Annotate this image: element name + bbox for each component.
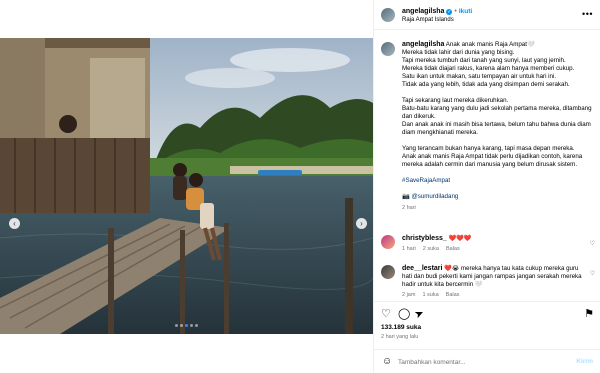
carousel-dot[interactable] <box>180 324 183 327</box>
caption-credit[interactable]: @sumurdiladang <box>411 193 458 200</box>
save-bookmark-icon[interactable]: ⚑ <box>584 309 594 320</box>
caption-time: 2 hari <box>402 205 416 211</box>
separator-dot: • <box>454 8 457 15</box>
comment-time: 2 jam <box>402 292 416 298</box>
camera-icon: 📷 <box>402 193 410 200</box>
caption-author-username[interactable]: angelagilsha <box>402 41 444 48</box>
caption-paragraph-3: Yang terancam bukan hanya karang, tapi m… <box>402 145 583 168</box>
comment-meta: 1 hari 2 suka Balas <box>402 245 584 253</box>
post-location[interactable]: Raja Ampat Islands <box>402 17 454 23</box>
comment-username[interactable]: dee__lestari <box>402 265 442 272</box>
share-send-icon[interactable]: ➤ <box>413 307 426 322</box>
comment-username[interactable]: christybless_ <box>402 235 447 242</box>
post-caption: angelagilsha Anak anak manis Raja Ampat🤍… <box>402 41 593 220</box>
comment-reply-button[interactable]: Balas <box>446 291 460 299</box>
caption-author-avatar[interactable] <box>381 42 395 56</box>
comment-input[interactable] <box>398 356 568 368</box>
carousel-dot[interactable] <box>190 324 193 327</box>
comment-body: christybless_ ❤️❤️❤️ 1 hari 2 suka Balas <box>402 235 584 253</box>
carousel-next-button[interactable]: › <box>356 218 367 229</box>
comment-time: 1 hari <box>402 246 416 252</box>
comment-meta: 2 jam 1 suka Balas <box>402 291 584 299</box>
carousel-dots <box>0 324 373 327</box>
carousel-dot[interactable] <box>185 324 188 327</box>
caption-hashtag[interactable]: #SaveRajaAmpat <box>402 177 593 185</box>
comment-avatar[interactable] <box>381 265 395 279</box>
caption-credit-line: 📷 @sumurdiladang <box>402 193 593 201</box>
comment-reply-button[interactable]: Balas <box>446 245 460 253</box>
post-comment-button[interactable]: Kirim <box>576 358 593 365</box>
more-options-icon[interactable]: ••• <box>582 9 593 19</box>
comment-likes[interactable]: 1 suka <box>422 291 438 299</box>
post-header: angelagilsha ✓ • Ikuti Raja Ampat Island… <box>374 0 600 30</box>
chevron-left-icon: ‹ <box>13 218 16 228</box>
post-photo[interactable]: ‹ › <box>0 38 373 334</box>
author-username[interactable]: angelagilsha <box>402 8 444 15</box>
emoji-picker-icon[interactable]: ☺ <box>382 356 392 367</box>
follow-button[interactable]: Ikuti <box>459 8 472 15</box>
post-detail-panel: angelagilsha ✓ • Ikuti Raja Ampat Island… <box>373 0 600 373</box>
caption-paragraph-1: Mereka tidak lahir dari dunia yang bisin… <box>402 49 575 88</box>
comment-like-icon[interactable]: ♡ <box>590 240 595 247</box>
media-panel: ‹ › <box>0 0 373 373</box>
likes-count[interactable]: 133.189 suka <box>381 324 421 331</box>
comment-composer: ☺ Kirim <box>374 349 600 373</box>
author-line: angelagilsha ✓ • Ikuti <box>402 8 472 15</box>
post-date: 2 hari yang lalu <box>381 334 419 340</box>
chevron-right-icon: › <box>360 218 363 228</box>
carousel-dot[interactable] <box>195 324 198 327</box>
comment-avatar[interactable] <box>381 235 395 249</box>
like-heart-icon[interactable]: ♡ <box>381 309 391 320</box>
caption-paragraph-2: Tapi sekarang laut mereka dikeruhkan. Ba… <box>402 97 592 136</box>
post-photo-illustration <box>0 38 373 334</box>
comment-bubble-icon[interactable]: ◯ <box>398 309 410 320</box>
author-avatar[interactable] <box>381 8 395 22</box>
comment-likes[interactable]: 2 suka <box>423 245 439 253</box>
comment-text: ❤️❤️❤️ <box>448 235 472 242</box>
carousel-dot[interactable] <box>175 324 178 327</box>
comment-body: dee__lestari ❤️😭 mereka hanya tau kata c… <box>402 265 584 299</box>
caption-intro-text: Anak anak manis Raja Ampat🤍 <box>445 41 535 48</box>
verified-badge-icon: ✓ <box>446 8 453 15</box>
caption-first-line: angelagilsha Anak anak manis Raja Ampat🤍 <box>402 41 593 49</box>
carousel-prev-button[interactable]: ‹ <box>9 218 20 229</box>
comment-like-icon[interactable]: ♡ <box>590 270 595 277</box>
